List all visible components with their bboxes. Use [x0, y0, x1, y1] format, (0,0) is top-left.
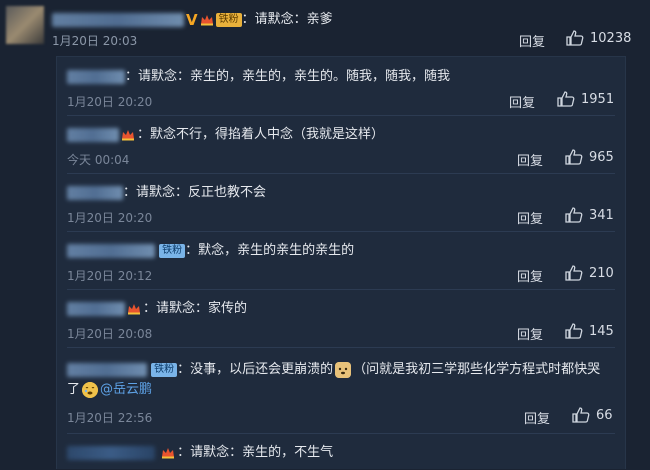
comment-text: ：请默念：亲爹 [241, 12, 333, 27]
reply-timestamp: 1月20日 22:56 [67, 411, 153, 425]
fan-crown-icon [162, 447, 175, 458]
fan-crown-icon [128, 303, 140, 314]
username-blurred[interactable] [52, 12, 184, 27]
thumbs-up-icon [565, 207, 583, 223]
thumbs-up-icon [566, 30, 584, 46]
reply-button[interactable]: 回复 [517, 266, 543, 285]
like-count: 145 [589, 323, 614, 339]
username-blurred[interactable] [67, 362, 147, 377]
reply-button[interactable]: 回复 [509, 92, 535, 111]
mention-link[interactable]: @岳云鹏 [100, 382, 152, 397]
like-button[interactable]: 210 [565, 265, 614, 281]
thumbs-up-icon [565, 149, 583, 165]
reply-text: ：请默念：亲生的，亲生的，亲生的。随我，随我，随我 [125, 69, 451, 84]
username-blurred[interactable] [67, 445, 155, 460]
username-blurred[interactable] [67, 69, 125, 84]
crying-emoji-icon [82, 381, 99, 398]
reply-text: ：默念，亲生的亲生的亲生的 [185, 243, 355, 258]
reply-text: ：没事，以后还会更崩溃的 [177, 362, 334, 377]
like-count: 965 [589, 149, 614, 165]
like-count: 1951 [581, 91, 615, 107]
reply-item: ：请默念：反正也教不会 1月20日 20:20 回复 341 [67, 173, 615, 232]
top-comment-avatar[interactable] [6, 6, 44, 44]
reply-text: ：请默念：反正也教不会 [123, 185, 267, 200]
reply-button[interactable]: 回复 [524, 408, 550, 427]
like-count: 66 [596, 407, 613, 423]
like-count: 10238 [590, 30, 632, 46]
reply-text: ：默念不行，得掐着人中念（我就是这样） [137, 127, 385, 142]
verified-v-icon: V [186, 10, 198, 29]
doge-emoji-icon [335, 361, 352, 378]
reply-item: ：请默念：亲生的，亲生的，亲生的。随我，随我，随我 1月20日 20:20 回复… [67, 57, 615, 116]
like-button[interactable]: 145 [565, 323, 614, 339]
reply-item: ：请默念：家传的 1月20日 20:08 回复 145 [67, 289, 615, 348]
reply-timestamp: 1月20日 20:12 [67, 269, 153, 283]
reply-text-continued: （问就是我初三学那些化学方程式时都快哭 [353, 362, 601, 377]
reply-item: ：默念不行，得掐着人中念（我就是这样） 今天 00:04 回复 965 [67, 115, 615, 174]
reply-button[interactable]: 回复 [517, 150, 543, 169]
thumbs-up-icon [565, 265, 583, 281]
fan-crown-icon [122, 129, 134, 140]
username-blurred[interactable] [67, 243, 155, 258]
iron-fan-badge: 铁粉 [159, 243, 186, 258]
reply-timestamp: 1月20日 20:20 [67, 211, 153, 225]
comment-timestamp: 1月20日 20:03 [52, 34, 138, 48]
like-button[interactable]: 66 [572, 407, 613, 423]
like-count: 210 [589, 265, 614, 281]
reply-item: 铁粉 ：默念，亲生的亲生的亲生的 1月20日 20:12 回复 210 [67, 231, 615, 290]
thumbs-up-icon [557, 91, 575, 107]
thumbs-up-icon [572, 407, 590, 423]
like-button[interactable]: 965 [565, 149, 614, 165]
reply-item: 铁粉 ：没事，以后还会更崩溃的 （问就是我初三学那些化学方程式时都快哭 了 @岳云鹏 … [67, 347, 615, 434]
top-comment-text-row: V 铁粉 ：请默念：亲爹 [52, 8, 333, 29]
thumbs-up-icon [565, 323, 583, 339]
iron-fan-badge: 铁粉 [215, 12, 242, 27]
reply-button[interactable]: 回复 [517, 208, 543, 227]
username-blurred[interactable] [67, 127, 119, 142]
replies-panel: ：请默念：亲生的，亲生的，亲生的。随我，随我，随我 1月20日 20:20 回复… [56, 56, 626, 469]
reply-text: ：请默念：亲生的，不生气 [177, 445, 334, 460]
like-button[interactable]: 10238 [566, 30, 631, 46]
reply-item: ：请默念：亲生的，不生气 [67, 433, 615, 470]
username-blurred[interactable] [67, 185, 123, 200]
reply-text: ：请默念：家传的 [143, 301, 248, 316]
reply-button[interactable]: 回复 [519, 31, 545, 50]
like-count: 341 [589, 207, 614, 223]
like-button[interactable]: 1951 [557, 91, 614, 107]
fan-crown-icon [200, 14, 213, 25]
reply-timestamp: 1月20日 20:20 [67, 95, 153, 109]
reply-text-line2: 了 [67, 382, 81, 397]
reply-timestamp: 1月20日 20:08 [67, 327, 153, 341]
reply-timestamp: 今天 00:04 [67, 153, 130, 167]
iron-fan-badge: 铁粉 [151, 362, 178, 377]
reply-button[interactable]: 回复 [517, 324, 543, 343]
username-blurred[interactable] [67, 301, 125, 316]
like-button[interactable]: 341 [565, 207, 614, 223]
